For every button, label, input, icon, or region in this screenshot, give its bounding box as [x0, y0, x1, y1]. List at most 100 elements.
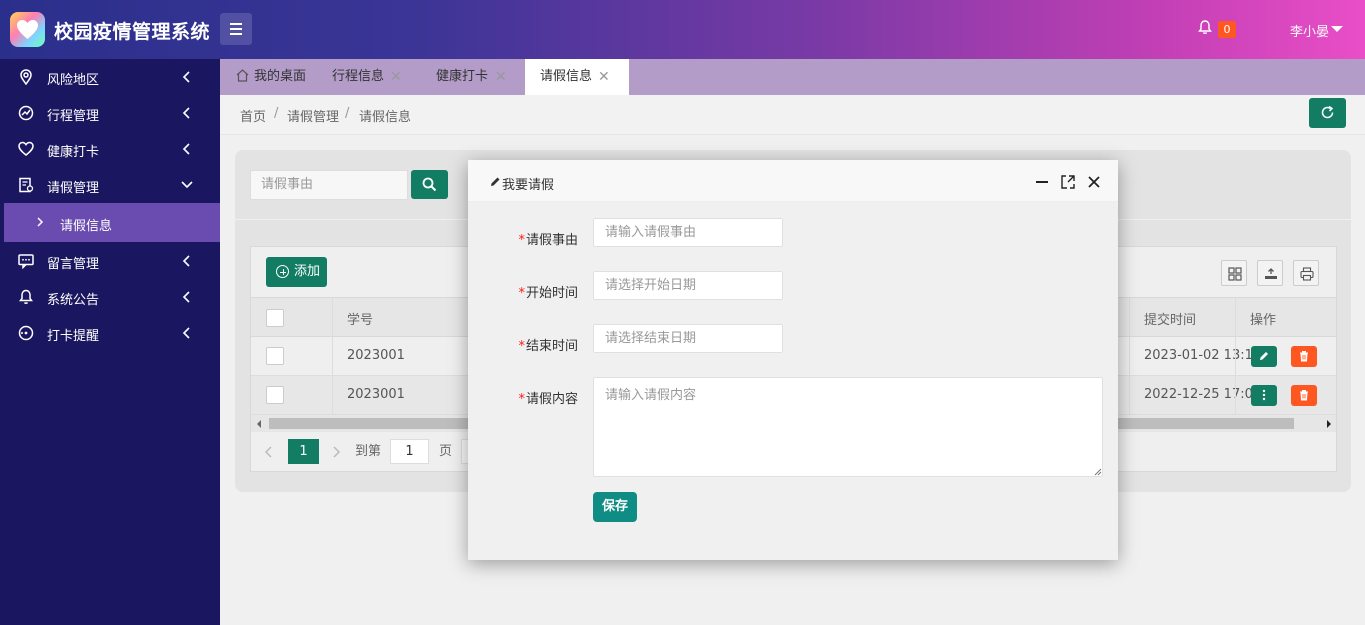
- delete-button[interactable]: [1291, 385, 1317, 406]
- column-header-actions: 操作: [1250, 313, 1277, 328]
- close-icon[interactable]: [1086, 174, 1102, 190]
- cell-student-id: 2023001: [347, 387, 405, 402]
- page-current[interactable]: 1: [288, 439, 319, 464]
- breadcrumb-separator: /: [345, 106, 350, 121]
- notification-badge: 0: [1218, 21, 1236, 38]
- tab-label: 行程信息: [332, 69, 385, 84]
- dialog-header: 我要请假: [468, 160, 1118, 202]
- sidebar-item-announcement[interactable]: 系统公告: [0, 279, 220, 315]
- field-label-content: *请假内容: [518, 392, 578, 407]
- sidebar: 风险地区 行程管理 健康打卡 请假管理 请假信息 留言管理 系统公告 打卡提醒: [0, 59, 220, 625]
- pencil-icon: [1260, 352, 1268, 360]
- tab-leave-info[interactable]: 请假信息 ✕: [525, 59, 629, 95]
- sidebar-item-label: 行程管理: [47, 109, 100, 124]
- sidebar-item-message[interactable]: 留言管理: [0, 243, 220, 279]
- sidebar-item-leave-management[interactable]: 请假管理: [0, 167, 220, 203]
- chevron-left-icon: [182, 143, 190, 155]
- grid-icon: [1228, 267, 1242, 281]
- field-label-start-time: *开始时间: [518, 286, 578, 301]
- sidebar-item-label: 留言管理: [47, 257, 100, 272]
- next-page-icon[interactable]: [331, 445, 341, 459]
- user-dropdown-caret-icon[interactable]: [1331, 26, 1343, 32]
- sidebar-item-label: 风险地区: [47, 73, 100, 88]
- chevron-left-icon: [182, 107, 190, 119]
- user-name[interactable]: 李小晏: [1290, 21, 1329, 40]
- maximize-icon[interactable]: [1060, 174, 1076, 190]
- delete-button[interactable]: [1291, 346, 1317, 367]
- menu-toggle-button[interactable]: [220, 13, 252, 45]
- add-button[interactable]: 添加: [266, 257, 327, 287]
- close-tab-icon[interactable]: ✕: [390, 59, 402, 95]
- row-checkbox[interactable]: [266, 386, 284, 404]
- sidebar-item-label: 健康打卡: [47, 145, 100, 160]
- trash-icon: [1300, 390, 1308, 401]
- start-date-input[interactable]: 请选择开始日期: [593, 271, 783, 300]
- trend-icon: [18, 105, 34, 121]
- chevron-down-icon: [181, 181, 193, 189]
- plus-circle-icon: [276, 265, 289, 278]
- tab-health-checkin[interactable]: 健康打卡 ✕: [436, 59, 526, 95]
- tab-desktop[interactable]: 我的桌面: [234, 59, 330, 95]
- pencil-icon: [491, 177, 500, 186]
- edit-button[interactable]: [1251, 346, 1277, 367]
- column-header-submit-time[interactable]: 提交时间: [1144, 309, 1196, 328]
- cell-student-id: 2023001: [347, 348, 405, 363]
- more-actions-button[interactable]: [1251, 385, 1277, 406]
- app-logo: [10, 12, 45, 47]
- breadcrumb-separator: /: [274, 106, 279, 121]
- end-date-input[interactable]: 请选择结束日期: [593, 324, 783, 353]
- chevron-left-icon: [182, 255, 190, 267]
- minimize-icon[interactable]: [1034, 174, 1050, 190]
- scroll-left-icon[interactable]: [255, 419, 263, 429]
- scroll-right-icon[interactable]: [1325, 419, 1333, 429]
- save-button[interactable]: 保存: [593, 492, 637, 522]
- breadcrumb-item[interactable]: 请假管理: [287, 106, 339, 125]
- menu-icon: [230, 23, 242, 25]
- tab-label: 请假信息: [540, 69, 593, 84]
- app-title: 校园疫情管理系统: [54, 21, 211, 43]
- location-icon: [20, 69, 32, 85]
- cell-submit-time: 2022-12-25 17:0...: [1144, 387, 1266, 402]
- chevron-left-icon: [182, 327, 190, 339]
- export-icon: [1265, 268, 1277, 279]
- heart-logo-icon: [17, 19, 38, 40]
- sidebar-item-trip[interactable]: 行程管理: [0, 95, 220, 131]
- sidebar-item-label: 打卡提醒: [47, 329, 100, 344]
- row-checkbox[interactable]: [266, 347, 284, 365]
- home-icon: [236, 69, 249, 82]
- print-icon: [1300, 267, 1314, 281]
- column-header-student-id[interactable]: 学号: [347, 309, 373, 328]
- clock-icon: [18, 325, 34, 341]
- cell-submit-time: 2023-01-02 13:1...: [1144, 348, 1266, 363]
- tab-trip-info[interactable]: 行程信息 ✕: [332, 59, 422, 95]
- chevron-right-icon: [37, 217, 44, 227]
- export-button[interactable]: [1257, 260, 1283, 286]
- search-input[interactable]: 请假事由: [250, 170, 408, 200]
- prev-page-icon[interactable]: [264, 445, 274, 459]
- breadcrumb: 首页 / 请假管理 / 请假信息: [220, 95, 1365, 135]
- breadcrumb-item[interactable]: 首页: [240, 106, 266, 125]
- goto-page-input[interactable]: 1: [390, 439, 429, 464]
- reason-input[interactable]: 请输入请假事由: [593, 218, 783, 247]
- message-icon: [18, 254, 34, 269]
- sidebar-subitem-leave-info[interactable]: 请假信息: [4, 203, 220, 242]
- breadcrumb-item: 请假信息: [359, 110, 412, 125]
- chevron-left-icon: [182, 71, 190, 83]
- close-tab-icon[interactable]: ✕: [495, 59, 507, 95]
- content-textarea[interactable]: 请输入请假内容: [593, 377, 1103, 477]
- search-button[interactable]: [411, 170, 448, 199]
- sidebar-item-label: 请假管理: [47, 181, 100, 196]
- notification-bell-icon[interactable]: [1198, 20, 1212, 35]
- trash-icon: [1300, 351, 1308, 362]
- column-filter-button[interactable]: [1221, 260, 1247, 286]
- more-vertical-icon: [1262, 389, 1266, 401]
- sidebar-item-checkin-reminder[interactable]: 打卡提醒: [0, 315, 220, 351]
- select-all-checkbox[interactable]: [266, 309, 284, 327]
- close-tab-icon[interactable]: ✕: [598, 59, 610, 95]
- page-label: 页: [439, 444, 453, 459]
- refresh-button[interactable]: [1309, 98, 1346, 128]
- resize-handle-icon[interactable]: [1094, 468, 1102, 476]
- print-button[interactable]: [1293, 260, 1319, 286]
- sidebar-item-risk-area[interactable]: 风险地区: [0, 59, 220, 95]
- sidebar-item-health-checkin[interactable]: 健康打卡: [0, 131, 220, 167]
